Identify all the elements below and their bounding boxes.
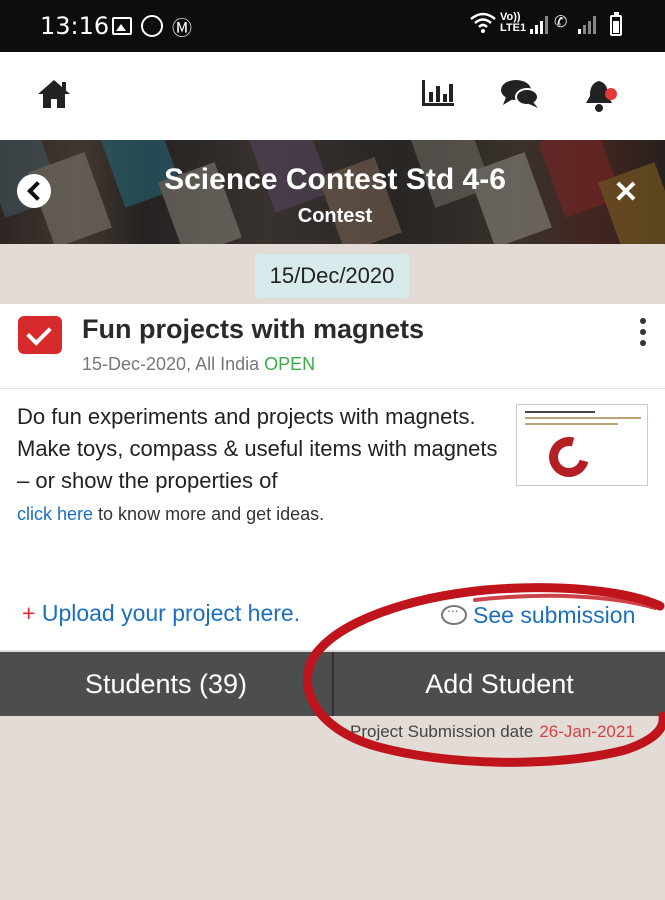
gmail-icon: Ⓜ <box>172 18 192 40</box>
battery-icon <box>610 12 622 36</box>
chat-icon[interactable] <box>500 78 540 110</box>
status-time: 13:16 <box>40 12 110 40</box>
more-info-line: click here to know more and get ideas. <box>17 504 324 525</box>
signal-icon-2 <box>578 16 596 34</box>
home-icon[interactable] <box>36 78 72 110</box>
stats-icon[interactable] <box>420 78 456 108</box>
page-title: Science Contest Std 4-6 <box>164 163 506 196</box>
tab-bar: Students (39) Add Student <box>0 652 665 716</box>
comment-icon <box>441 599 467 625</box>
submission-date: Project Submission date 26-Jan-2021 <box>350 722 635 742</box>
project-thumbnail[interactable] <box>516 404 648 486</box>
magnet-image <box>541 429 597 485</box>
wifi-icon <box>470 12 496 39</box>
page-subtitle: Contest <box>297 205 373 227</box>
see-submission-link[interactable]: See submission <box>441 599 636 629</box>
volte-indicator: Vo)) LTE1 <box>500 11 527 34</box>
more-info-text: to know more and get ideas. <box>93 504 325 524</box>
gallery-icon <box>112 17 132 35</box>
project-date-location: 15-Dec-2020, All India <box>82 354 265 374</box>
checkbox-icon <box>18 316 62 354</box>
call-icon: ✆ <box>554 14 568 31</box>
upload-project-link[interactable]: + Upload your project here. <box>22 600 300 627</box>
signal-icon <box>530 16 548 34</box>
bell-icon[interactable] <box>583 78 619 114</box>
project-title: Fun projects with magnets <box>82 314 425 344</box>
submission-date-value: 26-Jan-2021 <box>539 722 635 741</box>
more-options-icon[interactable] <box>638 318 648 348</box>
project-description: Do fun experiments and projects with mag… <box>17 404 498 493</box>
tab-students[interactable]: Students (39) <box>0 652 332 716</box>
plus-icon: + <box>22 600 42 626</box>
divider <box>0 388 665 389</box>
see-submission-label: See submission <box>473 602 636 628</box>
upload-label: Upload your project here. <box>41 600 301 626</box>
status-bar: 13:16 Ⓜ Vo)) LTE1 ✆ <box>0 0 665 52</box>
click-here-link[interactable]: click here <box>17 504 93 524</box>
top-nav <box>0 52 665 140</box>
close-icon[interactable]: ✕ <box>613 178 639 208</box>
add-student-button[interactable]: Add Student <box>334 652 665 716</box>
project-meta: 15-Dec-2020, All India OPEN <box>82 354 315 375</box>
date-chip: 15/Dec/2020 <box>255 254 409 298</box>
status-badge: OPEN <box>264 354 316 374</box>
submission-date-label: Project Submission date <box>350 722 534 741</box>
whatsapp-icon <box>141 15 163 37</box>
